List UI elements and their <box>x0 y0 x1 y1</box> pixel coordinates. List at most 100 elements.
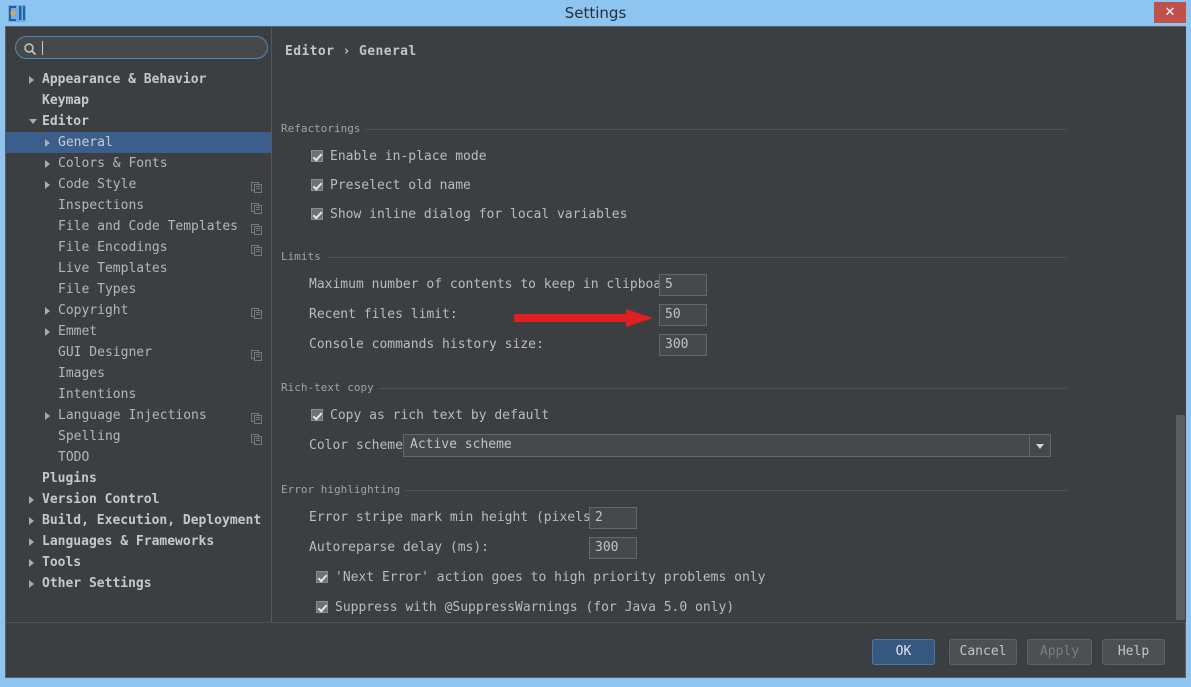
sidebar-item-label: File Encodings <box>58 237 168 258</box>
chevron-right-icon[interactable] <box>45 412 50 420</box>
help-button[interactable]: Help <box>1102 639 1165 665</box>
sidebar-item-inspections[interactable]: Inspections <box>6 195 271 216</box>
label-max-clipboard-contents: Maximum number of contents to keep in cl… <box>309 277 685 292</box>
chevron-right-icon[interactable] <box>45 307 50 315</box>
copy-settings-icon[interactable] <box>251 410 262 421</box>
checkbox-box[interactable] <box>311 409 323 421</box>
sidebar-item-label: Editor <box>42 111 89 132</box>
sidebar-item-colors-fonts[interactable]: Colors & Fonts <box>6 153 271 174</box>
sidebar-item-label: Inspections <box>58 195 144 216</box>
copy-settings-icon[interactable] <box>251 242 262 253</box>
chevron-right-icon[interactable] <box>29 559 34 567</box>
sidebar-item-plugins[interactable]: Plugins <box>6 468 271 489</box>
dropdown-color-scheme[interactable]: Active scheme <box>403 434 1051 457</box>
window-title: Settings <box>0 0 1191 26</box>
input-autoreparse-delay[interactable]: 300 <box>589 537 637 559</box>
sidebar-item-other-settings[interactable]: Other Settings <box>6 573 271 594</box>
sidebar-item-label: Copyright <box>58 300 128 321</box>
sidebar-item-label: Live Templates <box>58 258 168 279</box>
chevron-right-icon[interactable] <box>45 139 50 147</box>
chevron-down-icon[interactable] <box>29 119 37 128</box>
cancel-button[interactable]: Cancel <box>949 639 1017 665</box>
chevron-right-icon[interactable] <box>45 181 50 189</box>
copy-settings-icon[interactable] <box>251 305 262 316</box>
copy-settings-icon[interactable] <box>251 347 262 358</box>
chevron-right-icon[interactable] <box>29 517 34 525</box>
ok-button[interactable]: OK <box>872 639 935 665</box>
sidebar-item-label: Emmet <box>58 321 97 342</box>
sidebar-item-label: TODO <box>58 447 89 468</box>
chevron-right-icon[interactable] <box>29 538 34 546</box>
settings-content-panel: Editor › General Refactorings Enable in-… <box>272 27 1186 622</box>
sidebar-item-languages-frameworks[interactable]: Languages & Frameworks <box>6 531 271 552</box>
sidebar-item-gui-designer[interactable]: GUI Designer <box>6 342 271 363</box>
input-error-stripe-min-height[interactable]: 2 <box>589 507 637 529</box>
label-error-stripe-min-height: Error stripe mark min height (pixels): <box>309 510 606 525</box>
chevron-right-icon[interactable] <box>45 328 50 336</box>
sidebar-item-keymap[interactable]: Keymap <box>6 90 271 111</box>
sidebar-item-intentions[interactable]: Intentions <box>6 384 271 405</box>
sidebar-item-label: Build, Execution, Deployment <box>42 510 261 531</box>
sidebar-item-spelling[interactable]: Spelling <box>6 426 271 447</box>
sidebar-item-label: Tools <box>42 552 81 573</box>
sidebar-item-label: Appearance & Behavior <box>42 69 206 90</box>
sidebar-item-version-control[interactable]: Version Control <box>6 489 271 510</box>
sidebar-item-general[interactable]: General <box>6 132 271 153</box>
sidebar-item-editor[interactable]: Editor <box>6 111 271 132</box>
sidebar-item-appearance-behavior[interactable]: Appearance & Behavior <box>6 69 271 90</box>
content-scrollbar-thumb[interactable] <box>1176 415 1185 620</box>
section-divider <box>281 257 1067 258</box>
sidebar-item-live-templates[interactable]: Live Templates <box>6 258 271 279</box>
chevron-right-icon[interactable] <box>29 76 34 84</box>
label-autoreparse-delay: Autoreparse delay (ms): <box>309 540 489 555</box>
sidebar-item-label: Intentions <box>58 384 136 405</box>
sidebar-item-label: File Types <box>58 279 136 300</box>
sidebar-item-file-types[interactable]: File Types <box>6 279 271 300</box>
chevron-right-icon[interactable] <box>29 580 34 588</box>
section-title: Error highlighting <box>281 483 406 496</box>
copy-settings-icon[interactable] <box>251 221 262 232</box>
sidebar-item-label: Other Settings <box>42 573 152 594</box>
sidebar-item-label: General <box>58 132 113 153</box>
checkbox-box[interactable] <box>311 179 323 191</box>
copy-settings-icon[interactable] <box>251 179 262 190</box>
checkbox-box[interactable] <box>316 571 328 583</box>
chevron-right-icon[interactable] <box>45 160 50 168</box>
checkbox-label: Preselect old name <box>330 178 471 193</box>
breadcrumb: Editor › General <box>285 44 417 59</box>
sidebar-item-todo[interactable]: TODO <box>6 447 271 468</box>
sidebar-item-code-style[interactable]: Code Style <box>6 174 271 195</box>
search-input[interactable] <box>15 36 268 59</box>
chevron-down-icon[interactable] <box>1029 435 1050 456</box>
input-max-clipboard-contents[interactable]: 5 <box>659 274 707 296</box>
checkbox-label: Copy as rich text by default <box>330 408 549 423</box>
dropdown-value: Active scheme <box>410 437 512 452</box>
copy-settings-icon[interactable] <box>251 431 262 442</box>
sidebar-item-label: Spelling <box>58 426 121 447</box>
content-scrollbar-track[interactable] <box>1175 27 1186 622</box>
sidebar-item-label: Code Style <box>58 174 136 195</box>
copy-settings-icon[interactable] <box>251 200 262 211</box>
settings-tree: Appearance & BehaviorKeymapEditorGeneral… <box>6 69 271 594</box>
sidebar-item-build-execution-deployment[interactable]: Build, Execution, Deployment <box>6 510 271 531</box>
checkbox-box[interactable] <box>311 150 323 162</box>
chevron-right-icon[interactable] <box>29 496 34 504</box>
sidebar-item-images[interactable]: Images <box>6 363 271 384</box>
input-console-history-size[interactable]: 300 <box>659 334 707 356</box>
sidebar-item-file-and-code-templates[interactable]: File and Code Templates <box>6 216 271 237</box>
sidebar-item-language-injections[interactable]: Language Injections <box>6 405 271 426</box>
section-divider <box>281 388 1067 389</box>
close-icon[interactable]: ✕ <box>1154 2 1186 23</box>
sidebar-item-copyright[interactable]: Copyright <box>6 300 271 321</box>
checkbox-box[interactable] <box>316 601 328 613</box>
sidebar-item-file-encodings[interactable]: File Encodings <box>6 237 271 258</box>
dialog-footer: OK Cancel Apply Help <box>6 622 1185 677</box>
label-recent-files-limit: Recent files limit: <box>309 307 458 322</box>
dialog-body: Appearance & BehaviorKeymapEditorGeneral… <box>5 26 1186 678</box>
sidebar-item-label: GUI Designer <box>58 342 152 363</box>
checkbox-box[interactable] <box>311 208 323 220</box>
sidebar-item-emmet[interactable]: Emmet <box>6 321 271 342</box>
input-recent-files-limit[interactable]: 50 <box>659 304 707 326</box>
sidebar-item-tools[interactable]: Tools <box>6 552 271 573</box>
search-icon <box>23 41 37 55</box>
